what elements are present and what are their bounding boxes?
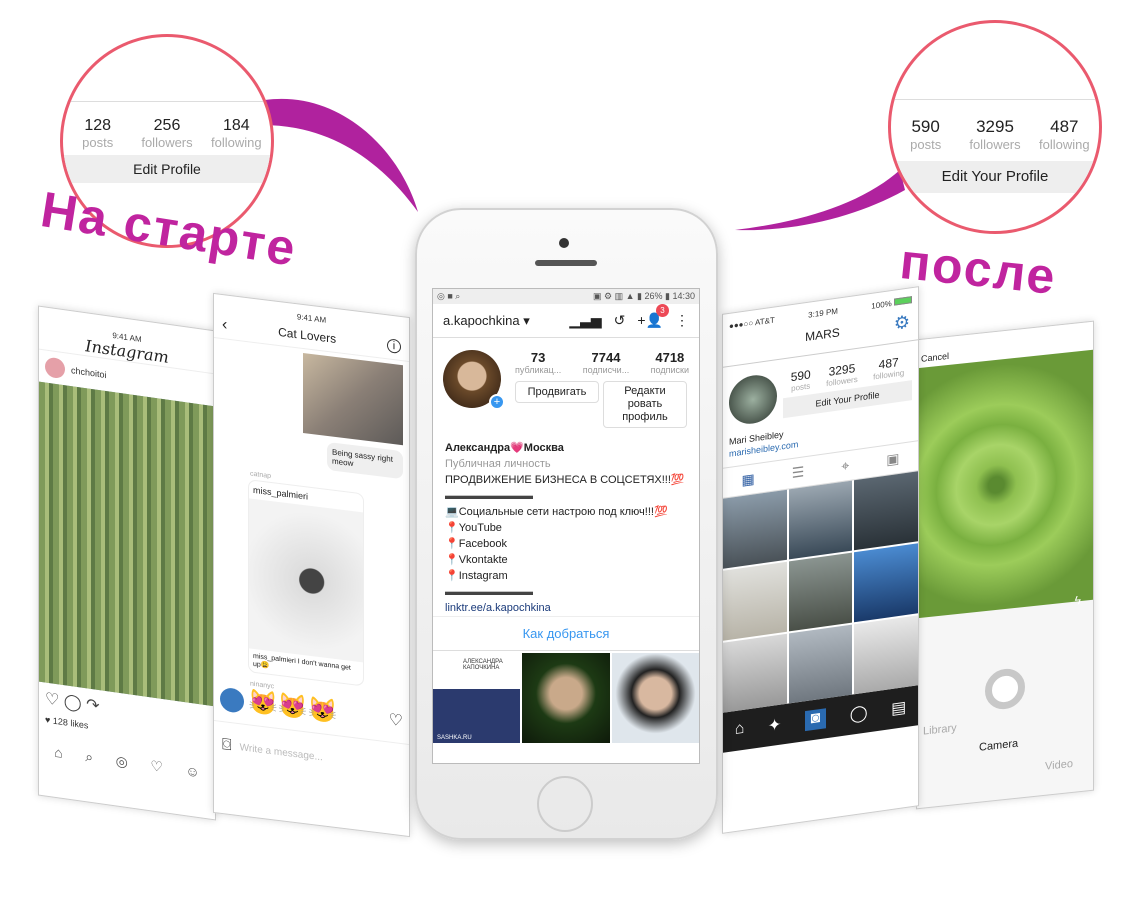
stat-label: posts [910, 137, 942, 152]
add-story-icon[interactable]: + [489, 394, 505, 410]
speaker [535, 260, 597, 266]
stat-label: followers [969, 137, 1021, 152]
archive-icon[interactable]: ↺ [614, 312, 626, 329]
notification-badge: 3 [656, 304, 669, 317]
following-stat: 184 following [202, 117, 271, 150]
username: a.kapochkina [443, 312, 520, 328]
stat-label: following [211, 135, 262, 150]
profile-category: Публичная личность [445, 458, 551, 470]
thumbnail-footer: SASHKA.RU [437, 735, 472, 741]
directions-button[interactable]: Как добраться [433, 616, 699, 650]
bio-line: 📍Instagram [445, 570, 508, 582]
edit-profile-button[interactable]: Редакти ровать профиль [603, 381, 687, 428]
bio-line: 📍Vkontakte [445, 554, 508, 566]
bio-divider: ▬▬▬▬▬▬▬▬ [445, 586, 533, 598]
followers-stat: 256 followers [132, 117, 201, 150]
promote-button[interactable]: Продвигать [515, 381, 599, 403]
grid-thumbnail[interactable]: АЛЕКСАНДРА КАПОЧКИНА SASHKA.RU [433, 653, 521, 743]
thumbnail-text: АЛЕКСАНДРА КАПОЧКИНА [463, 659, 503, 671]
bio-divider: ▬▬▬▬▬▬▬▬ [445, 490, 533, 502]
stat-value: 487 [1050, 117, 1079, 136]
posts-count: 73 [530, 350, 546, 365]
posts-label: публикац... [515, 365, 562, 375]
grid-thumbnail[interactable] [522, 653, 610, 743]
status-time: 14:30 [672, 291, 695, 301]
stat-label: followers [141, 135, 193, 150]
insights-icon[interactable]: ▁▃▅ [569, 312, 601, 329]
grid-thumbnail[interactable] [611, 653, 699, 743]
followers-count[interactable]: 7744 [583, 350, 629, 365]
stat-value: 256 [153, 117, 181, 134]
bio-line: 📍Facebook [445, 538, 508, 550]
front-camera [559, 238, 569, 248]
stat-label: posts [82, 135, 114, 150]
battery-level: 26% [644, 291, 663, 301]
stat-value: 3295 [976, 117, 1014, 136]
followers-label: подписчи... [582, 365, 630, 375]
edit-your-profile-button[interactable]: Edit Your Profile [891, 161, 1099, 193]
profile-screen: ◎ ■ ⌕ ▣ ⚙ ▥ ▲ ▮ 26% ▮ 14:30 a.kapochkina … [432, 288, 700, 764]
account-switcher[interactable]: a.kapochkina ▾ [443, 313, 530, 329]
home-button[interactable] [537, 776, 593, 832]
more-options-icon[interactable]: ⋮ [675, 312, 689, 329]
after-stats-magnifier: 590 posts 3295 followers 487 following Edit… [888, 20, 1102, 234]
stat-label: following [1039, 137, 1090, 152]
bio-line: 📍YouTube [445, 522, 502, 534]
bio-line: 💻Социальные сети настрою под ключ!!!💯 [445, 506, 668, 518]
stat-value: 184 [222, 117, 250, 134]
left-swoosh [262, 98, 418, 212]
edit-profile-button[interactable]: Edit Profile [63, 155, 271, 183]
bio-line: ПРОДВИЖЕНИЕ БИЗНЕСА В СОЦСЕТЯХ!!!💯 [445, 474, 685, 486]
profile-name: Александра💗Москва [445, 442, 564, 454]
add-people-icon[interactable]: +👤 3 [637, 304, 669, 329]
bio-link[interactable]: linktr.ee/a.kapochkina [445, 600, 687, 616]
status-bar: ◎ ■ ⌕ ▣ ⚙ ▥ ▲ ▮ 26% ▮ 14:30 [433, 289, 699, 304]
profile-avatar[interactable]: + [443, 350, 505, 410]
stat-value: 128 [84, 117, 112, 134]
following-label: подписки [650, 365, 689, 375]
stat-value: 590 [911, 117, 940, 136]
following-count[interactable]: 4718 [651, 350, 689, 365]
right-swoosh [735, 170, 905, 231]
posts-stat: 128 posts [63, 117, 132, 150]
